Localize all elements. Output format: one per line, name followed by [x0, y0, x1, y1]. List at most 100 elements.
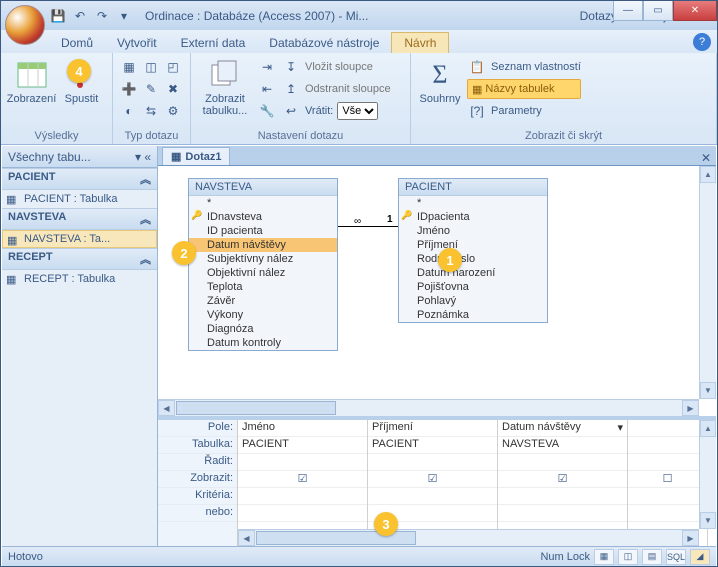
dropdown-icon[interactable]: ▾: [617, 421, 623, 435]
field-datum-narozeni[interactable]: Datum narození: [399, 266, 547, 280]
cell-zobrazit[interactable]: ☐: [628, 471, 707, 488]
navgroup-navsteva[interactable]: NAVSTEVA︽: [2, 208, 157, 230]
cell-pole[interactable]: Jméno: [238, 420, 367, 437]
scroll-up-icon[interactable]: ▲: [700, 166, 716, 183]
navgroup-recept[interactable]: RECEPT︽: [2, 248, 157, 270]
designer-scrollbar-v[interactable]: ▲ ▼: [699, 166, 716, 399]
grid-scrollbar-h[interactable]: ◀ ▶: [238, 529, 699, 546]
table-navsteva-header[interactable]: NAVSTEVA: [189, 179, 337, 196]
cell-pole[interactable]: Datum návštěvy▾: [498, 420, 627, 437]
navitem-navsteva-table[interactable]: NAVSTEVA : Ta...: [2, 230, 157, 248]
scroll-down-icon[interactable]: ▼: [700, 382, 716, 399]
cell-tabulka[interactable]: [628, 437, 707, 454]
table-pacient-header[interactable]: PACIENT: [399, 179, 547, 196]
view-button[interactable]: Zobrazení: [9, 57, 55, 105]
tab-external[interactable]: Externí data: [169, 33, 258, 53]
document-close-button[interactable]: ✕: [700, 151, 716, 165]
table-names-button[interactable]: ▦Názvy tabulek: [467, 79, 581, 99]
navitem-recept-table[interactable]: RECEPT : Tabulka: [2, 270, 157, 288]
grid-col-1[interactable]: Jméno PACIENT ☑: [238, 420, 368, 546]
delete-cols-icon[interactable]: ↥: [281, 79, 301, 99]
scroll-right-icon[interactable]: ▶: [682, 400, 699, 416]
redo-icon[interactable]: ↷: [93, 7, 111, 25]
collapse-icon[interactable]: ︽: [140, 251, 151, 267]
help-icon[interactable]: ?: [693, 33, 711, 51]
scroll-right-icon[interactable]: ▶: [682, 530, 699, 546]
office-button[interactable]: [5, 5, 45, 45]
parameters-button[interactable]: [?]Parametry: [467, 101, 581, 121]
undo-icon[interactable]: ↶: [71, 7, 89, 25]
totals-button[interactable]: Σ Souhrny: [417, 57, 463, 105]
union-query-icon[interactable]: ◐: [119, 101, 139, 121]
field-poznamka[interactable]: Poznámka: [399, 308, 547, 322]
document-tab-dotaz1[interactable]: ▦Dotaz1: [162, 147, 230, 165]
field-zaver[interactable]: Závěr: [189, 294, 337, 308]
grid-scrollbar-v[interactable]: ▲ ▼: [699, 420, 716, 529]
cell-kriteria[interactable]: [368, 488, 497, 505]
cell-tabulka[interactable]: PACIENT: [368, 437, 497, 454]
update-query-icon[interactable]: ✎: [141, 79, 161, 99]
cell-kriteria[interactable]: [498, 488, 627, 505]
field-star[interactable]: *: [399, 196, 547, 210]
maximize-button[interactable]: ▭: [643, 1, 673, 21]
grid-col-4[interactable]: ☐: [628, 420, 708, 546]
cell-zobrazit[interactable]: ☑: [498, 471, 627, 488]
cell-zobrazit[interactable]: ☑: [368, 471, 497, 488]
scroll-left-icon[interactable]: ◀: [238, 530, 255, 546]
cell-zobrazit[interactable]: ☑: [238, 471, 367, 488]
datadef-icon[interactable]: ⚙: [163, 101, 183, 121]
field-rodne-cislo[interactable]: Rodné číslo: [399, 252, 547, 266]
navgroup-pacient[interactable]: PACIENT︽: [2, 168, 157, 190]
property-sheet-button[interactable]: 📋Seznam vlastností: [467, 57, 581, 77]
field-obj[interactable]: Objektivní nález: [189, 266, 337, 280]
cell-tabulka[interactable]: PACIENT: [238, 437, 367, 454]
cell-kriteria[interactable]: [628, 488, 707, 505]
tab-design[interactable]: Návrh: [391, 32, 449, 53]
append-query-icon[interactable]: ➕: [119, 79, 139, 99]
tab-home[interactable]: Domů: [49, 33, 105, 53]
insert-rows-icon[interactable]: ⇥: [257, 57, 277, 77]
field-pohlavi[interactable]: Pohlavý: [399, 294, 547, 308]
field-datum-navstevy[interactable]: Datum návštěvy: [189, 238, 337, 252]
select-query-icon[interactable]: ▦: [119, 57, 139, 77]
tab-create[interactable]: Vytvořit: [105, 33, 169, 53]
cell-radit[interactable]: [238, 454, 367, 471]
collapse-icon[interactable]: ︽: [140, 211, 151, 227]
cell-radit[interactable]: [368, 454, 497, 471]
minimize-button[interactable]: —: [613, 1, 643, 21]
navpane-dropdown-icon[interactable]: ▾ «: [135, 150, 151, 164]
cell-radit[interactable]: [498, 454, 627, 471]
field-idpacienta-fk[interactable]: ID pacienta: [189, 224, 337, 238]
field-subj[interactable]: Subjektívny nález: [189, 252, 337, 266]
view-chart-icon[interactable]: ▤: [642, 549, 662, 565]
passthrough-icon[interactable]: ⇆: [141, 101, 161, 121]
close-button[interactable]: ✕: [673, 1, 717, 21]
scroll-thumb[interactable]: [176, 401, 336, 415]
make-table-icon[interactable]: ◰: [163, 57, 183, 77]
field-star[interactable]: *: [189, 196, 337, 210]
cell-nebo[interactable]: [238, 505, 367, 522]
field-datum-kontroly[interactable]: Datum kontroly: [189, 336, 337, 350]
field-pojistovna[interactable]: Pojišťovna: [399, 280, 547, 294]
tab-dbtools[interactable]: Databázové nástroje: [257, 33, 391, 53]
relation-line[interactable]: [338, 226, 398, 227]
navpane-header[interactable]: Všechny tabu... ▾ «: [2, 146, 157, 168]
view-sql-button[interactable]: SQL: [666, 549, 686, 565]
cell-nebo[interactable]: [628, 505, 707, 522]
table-navsteva[interactable]: NAVSTEVA * IDnavsteva ID pacienta Datum …: [188, 178, 338, 351]
field-jmeno[interactable]: Jméno: [399, 224, 547, 238]
cell-tabulka[interactable]: NAVSTEVA: [498, 437, 627, 454]
field-idpacienta[interactable]: IDpacienta: [399, 210, 547, 224]
grid-col-3[interactable]: Datum návštěvy▾ NAVSTEVA ☑: [498, 420, 628, 546]
scroll-left-icon[interactable]: ◀: [158, 400, 175, 416]
navitem-pacient-table[interactable]: PACIENT : Tabulka: [2, 190, 157, 208]
field-idnavsteva[interactable]: IDnavsteva: [189, 210, 337, 224]
view-design-icon[interactable]: ◢: [690, 549, 710, 565]
save-icon[interactable]: 💾: [49, 7, 67, 25]
builder-icon[interactable]: 🔧: [257, 101, 277, 121]
cell-kriteria[interactable]: [238, 488, 367, 505]
delete-rows-icon[interactable]: ⇤: [257, 79, 277, 99]
query-designer-top[interactable]: NAVSTEVA * IDnavsteva ID pacienta Datum …: [158, 166, 716, 416]
table-pacient[interactable]: PACIENT * IDpacienta Jméno Příjmení Rodn…: [398, 178, 548, 323]
collapse-icon[interactable]: ︽: [140, 171, 151, 187]
